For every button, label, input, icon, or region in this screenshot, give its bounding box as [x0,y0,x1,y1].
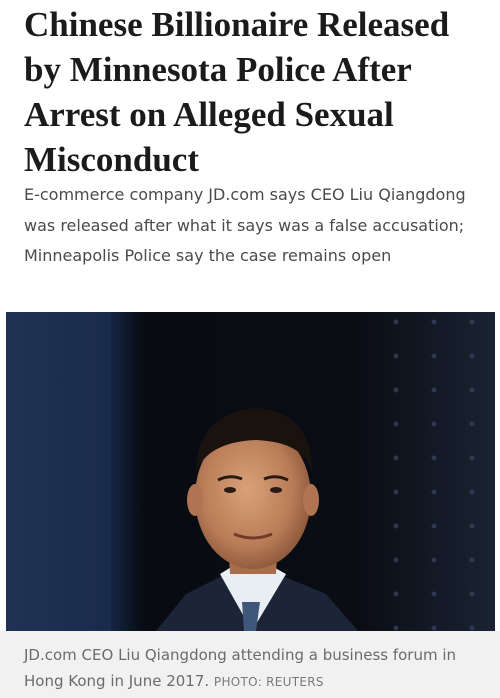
article-headline: Chinese Billionaire Released by Minnesot… [24,5,450,179]
photo-caption: JD.com CEO Liu Qiangdong attending a bus… [0,631,500,698]
article-photo [6,312,495,631]
article-dek: E-commerce company JD.com says CEO Liu Q… [24,185,466,265]
photo-credit: PHOTO: REUTERS [213,675,324,689]
